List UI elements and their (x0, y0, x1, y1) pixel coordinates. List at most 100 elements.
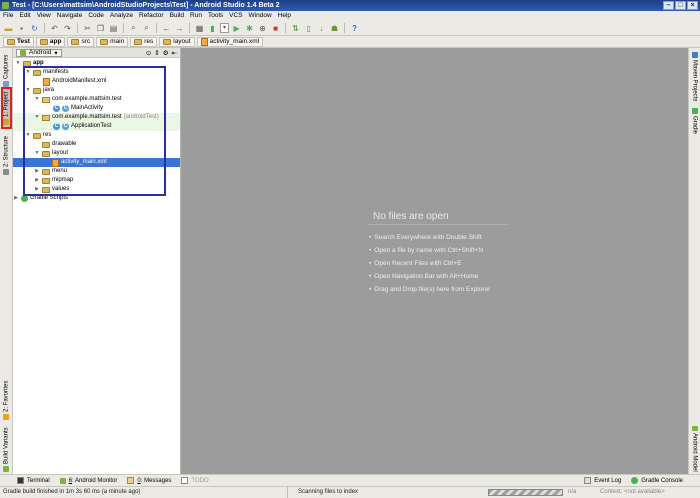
help-icon[interactable]: ? (349, 23, 360, 34)
breadcrumb-module[interactable]: app (35, 36, 66, 47)
replace-icon[interactable]: ⌕ (141, 23, 152, 34)
sdk-manager-icon[interactable]: ↓ (316, 23, 327, 34)
tab-label: Event Log (594, 477, 622, 484)
android-studio-icon (2, 2, 9, 9)
android-device-monitor-icon[interactable]: ☗ (329, 23, 340, 34)
breadcrumb-project[interactable]: Test (3, 36, 34, 47)
paste-icon[interactable]: ▤ (108, 23, 119, 34)
menu-tools[interactable]: Tools (208, 11, 223, 21)
gradle-tab[interactable]: Gradle (689, 106, 700, 136)
menu-file[interactable]: File (3, 11, 13, 21)
menu-edit[interactable]: Edit (19, 11, 30, 21)
hint-item: Drag and Drop file(s) here from Explorer (369, 283, 490, 296)
redo-icon[interactable]: ↷ (62, 23, 73, 34)
menu-window[interactable]: Window (249, 11, 272, 21)
attach-debugger-icon[interactable]: ⊕ (257, 23, 268, 34)
breadcrumb-res[interactable]: res (130, 36, 158, 47)
window-controls: – □ × (663, 1, 698, 10)
navigation-bar: Test app src main res layout activity_ma… (0, 36, 700, 48)
build-variants-tab[interactable]: Build Variants (1, 427, 12, 473)
toolbar-separator (44, 23, 45, 33)
android-icon (691, 426, 698, 432)
menu-help[interactable]: Help (278, 11, 291, 21)
open-folder-icon[interactable]: ▬ (3, 23, 14, 34)
scroll-from-source-icon[interactable]: ⊙ (146, 49, 151, 57)
menu-code[interactable]: Code (88, 11, 104, 21)
run-config-dropdown[interactable]: ▾ (220, 23, 230, 33)
status-message[interactable]: Gradle build finished in 1m 3s 60 ms (a … (3, 487, 140, 498)
menu-vcs[interactable]: VCS (229, 11, 242, 21)
undo-icon[interactable]: ↶ (49, 23, 60, 34)
favorites-tab[interactable]: 2: Favorites (1, 378, 12, 422)
title-bar: Test - [C:\Users\mattsim\AndroidStudioPr… (0, 0, 700, 11)
debug-icon[interactable]: ✱ (244, 23, 255, 34)
expand-arrow-icon[interactable]: ▼ (15, 59, 21, 68)
hint-item: Search Everywhere with Double Shift (369, 231, 490, 244)
captures-tab[interactable]: Captures (1, 52, 12, 90)
messages-icon (127, 477, 135, 484)
forward-icon[interactable]: → (174, 23, 185, 34)
copy-icon[interactable]: ❐ (95, 23, 106, 34)
menu-build[interactable]: Build (170, 11, 184, 21)
maximize-button[interactable]: □ (675, 1, 686, 10)
avd-manager-icon[interactable]: ▯ (303, 23, 314, 34)
event-log-tab[interactable]: Event Log (579, 475, 626, 486)
right-tool-strip: Maven Projects Gradle Android Model (688, 48, 700, 474)
todo-tab[interactable]: TODO (176, 475, 213, 486)
breadcrumb-layout[interactable]: layout (159, 36, 195, 47)
save-icon[interactable]: ▪ (16, 23, 27, 34)
gradle-console-tab[interactable]: Gradle Console (626, 475, 688, 486)
run-icon[interactable]: ▶ (231, 23, 242, 34)
tab-label: Build Variants (3, 427, 10, 465)
breadcrumb-label: layout (173, 38, 191, 45)
breadcrumb-src[interactable]: src (67, 36, 95, 47)
maven-projects-tab[interactable]: Maven Projects (689, 52, 700, 102)
highlight-box-red (1, 87, 12, 129)
menu-refactor[interactable]: Refactor (139, 11, 164, 21)
context-indicator[interactable]: Context: <not available> (600, 487, 665, 498)
gradle-sync-icon[interactable]: ⇅ (290, 23, 301, 34)
event-log-icon (584, 477, 592, 484)
minimize-button[interactable]: – (663, 1, 674, 10)
hint-item: Open Navigation Bar with Alt+Home (369, 270, 490, 283)
stop-icon[interactable]: ■ (270, 23, 281, 34)
window-title: Test - [C:\Users\mattsim\AndroidStudioPr… (12, 2, 280, 9)
structure-tab[interactable]: 2: Structure (1, 132, 12, 178)
tab-label: Android Model (691, 433, 698, 472)
menu-run[interactable]: Run (190, 11, 202, 21)
android-model-tab[interactable]: Android Model (689, 426, 700, 472)
expand-arrow-icon[interactable]: ▶ (13, 194, 19, 203)
breadcrumb-label: Test (17, 38, 30, 45)
tab-label: Terminal (27, 477, 50, 484)
gear-icon[interactable]: ⚙ (163, 49, 169, 57)
menu-view[interactable]: View (37, 11, 51, 21)
cut-icon[interactable]: ✂ (82, 23, 93, 34)
find-icon[interactable]: ⌕ (128, 23, 139, 34)
folder-icon (71, 38, 80, 45)
menu-navigate[interactable]: Navigate (57, 11, 83, 21)
messages-tab[interactable]: 0: Messages (122, 475, 176, 486)
tab-label: 2: Structure (3, 135, 10, 167)
android-monitor-tab[interactable]: 6: Android Monitor (55, 475, 123, 486)
breadcrumb-main[interactable]: main (96, 36, 129, 47)
project-view-selector[interactable]: Android ▾ (16, 48, 62, 57)
view-label: Android (29, 49, 52, 56)
back-icon[interactable]: ← (161, 23, 172, 34)
terminal-tab[interactable]: Terminal (12, 475, 55, 486)
build-icon[interactable]: ▮ (207, 23, 218, 34)
menu-analyze[interactable]: Analyze (110, 11, 133, 21)
android-icon (20, 49, 26, 56)
folder-icon (163, 38, 172, 45)
toolbar-separator (285, 23, 287, 33)
make-project-icon[interactable]: ▦ (194, 23, 205, 34)
indexing-progress-bar (488, 489, 563, 496)
collapse-all-icon[interactable]: ⇕ (154, 49, 159, 57)
tab-label: : Messages (140, 477, 172, 484)
bottom-tool-tabs: Terminal 6: Android Monitor 0: Messages … (0, 474, 700, 486)
breadcrumb-label: app (49, 38, 62, 45)
sync-icon[interactable]: ↻ (29, 23, 40, 34)
breadcrumb-file[interactable]: activity_main.xml (196, 36, 264, 47)
close-button[interactable]: × (687, 1, 698, 10)
hide-panel-icon[interactable]: ⇤ (172, 49, 177, 57)
android-icon (59, 477, 66, 484)
